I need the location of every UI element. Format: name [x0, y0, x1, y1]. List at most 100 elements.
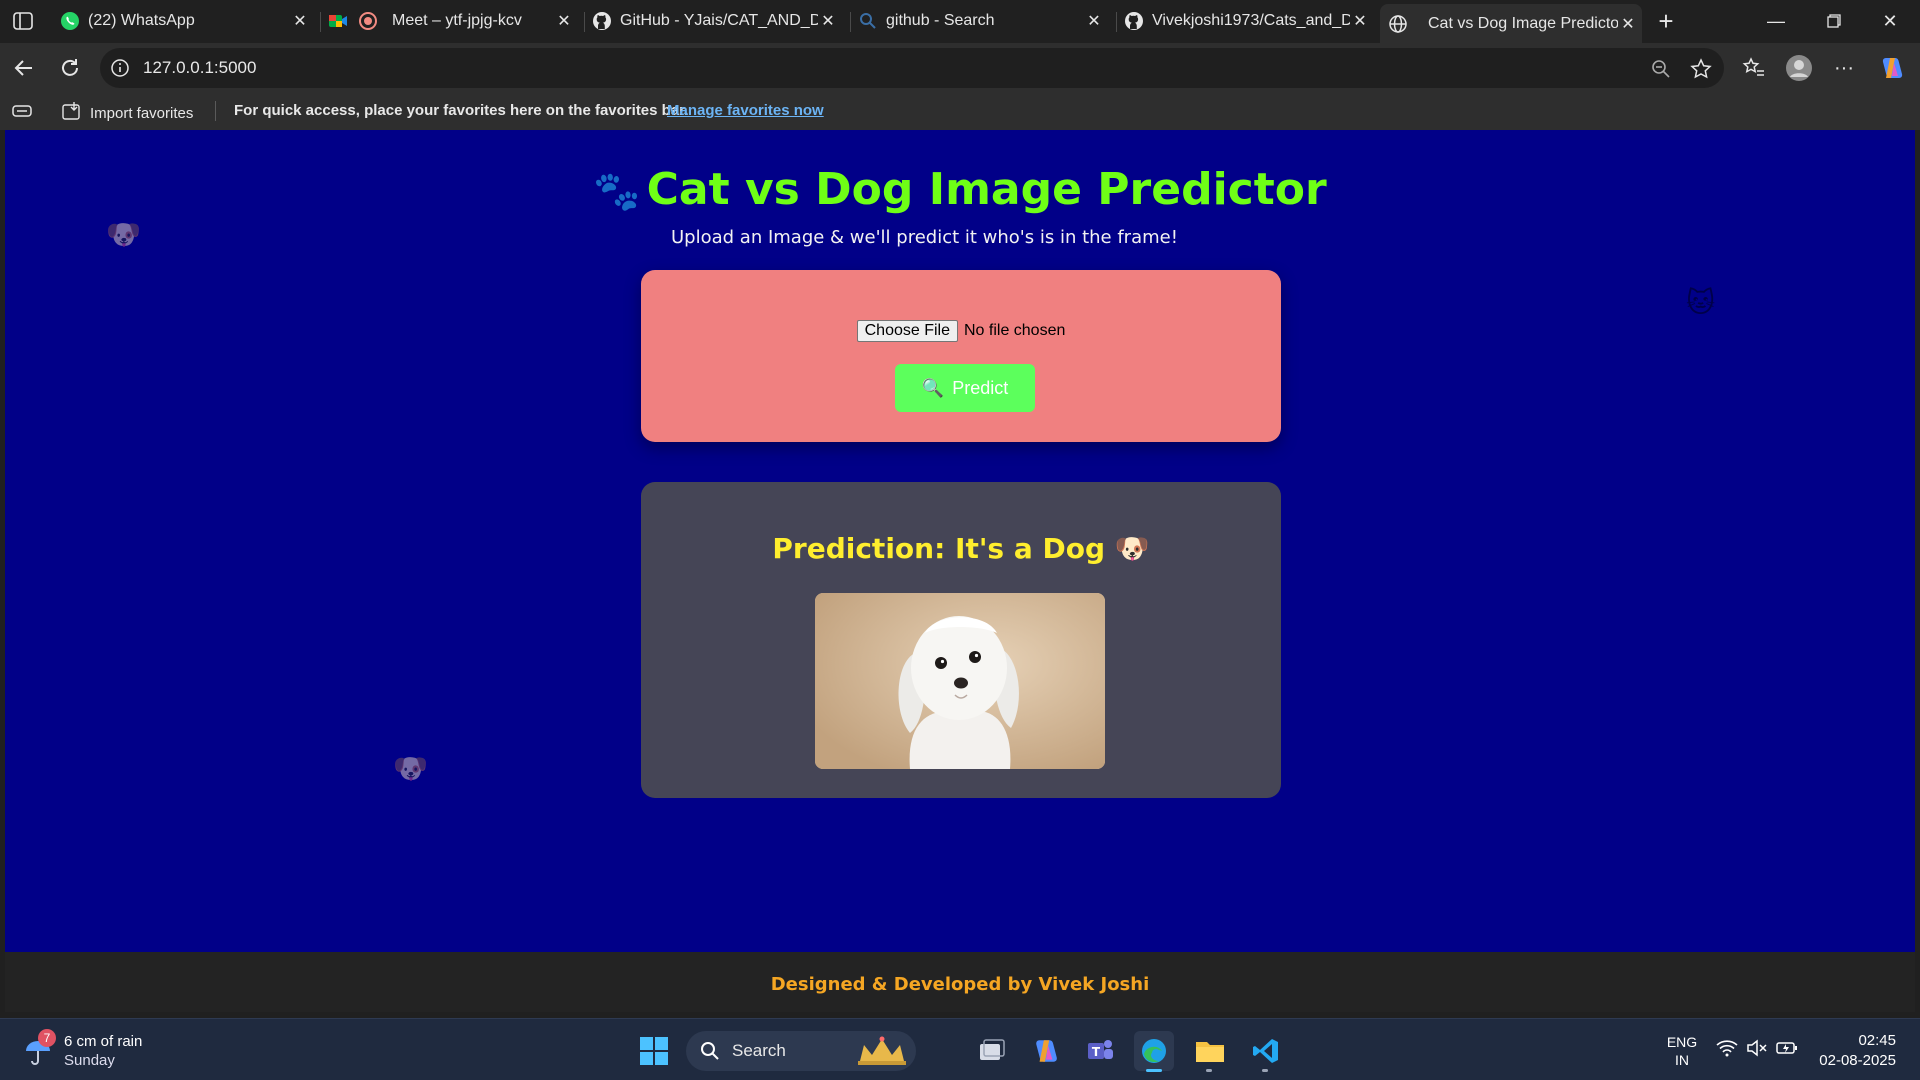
tab-strip: (22) WhatsApp ✕ Meet – ytf-jpjg-kcv ✕ Gi… [0, 0, 1920, 43]
search-icon [700, 1041, 720, 1061]
tab-github-vivekjoshi[interactable]: Vivekjoshi1973/Cats_and_Dogs ✕ [1124, 4, 1374, 38]
choose-file-button[interactable]: Choose File [856, 320, 958, 342]
favorites-message: For quick access, place your favorites h… [234, 102, 689, 119]
close-window-icon[interactable]: ✕ [1870, 8, 1910, 34]
tab-separator [850, 12, 851, 32]
system-clock[interactable]: 02:45 02-08-2025 [1812, 1031, 1896, 1071]
tab-title: github - Search [886, 12, 995, 29]
back-icon[interactable] [10, 54, 38, 82]
search-highlight-icon [854, 1035, 910, 1067]
site-info-icon[interactable] [110, 58, 130, 78]
recording-icon [358, 11, 378, 31]
profile-avatar-icon[interactable] [1785, 54, 1813, 82]
running-indicator [1262, 1069, 1268, 1072]
copilot-icon[interactable] [1878, 54, 1906, 82]
clock-date: 02-08-2025 [1819, 1052, 1896, 1069]
close-icon[interactable]: ✕ [1618, 14, 1638, 34]
tab-separator [1116, 12, 1117, 32]
import-favorites-label: Import favorites [90, 104, 194, 122]
wifi-icon[interactable] [1716, 1039, 1738, 1061]
floating-cat-icon: 🐱 [1686, 287, 1716, 318]
close-icon[interactable]: ✕ [1350, 11, 1370, 31]
taskbar: 7 6 cm of rain Sunday Search T ENG IN 02… [0, 1018, 1920, 1080]
search-icon [858, 11, 878, 31]
prediction-text: Prediction: It's a Dog 🐶 [772, 532, 1150, 565]
zoom-icon[interactable] [1650, 58, 1672, 80]
refresh-icon[interactable] [56, 54, 84, 82]
close-icon[interactable]: ✕ [290, 11, 310, 31]
result-card: Prediction: It's a Dog 🐶 [641, 482, 1281, 798]
floating-dog-icon: 🐶 [106, 219, 141, 250]
url-text[interactable]: 127.0.0.1:5000 [143, 58, 256, 78]
task-view-icon[interactable] [972, 1031, 1012, 1071]
close-icon[interactable]: ✕ [554, 11, 574, 31]
restore-icon[interactable] [1814, 8, 1854, 34]
predict-label: Predict [952, 377, 1009, 398]
teams-icon[interactable]: T [1080, 1031, 1120, 1071]
minimize-icon[interactable]: — [1756, 8, 1796, 34]
tab-meet[interactable]: Meet – ytf-jpjg-kcv ✕ [328, 4, 578, 38]
favorite-star-icon[interactable] [1690, 58, 1712, 80]
import-icon [62, 101, 82, 125]
favorites-icon[interactable] [1740, 54, 1768, 82]
running-indicator [1206, 1069, 1212, 1072]
uploaded-dog-image [815, 593, 1105, 769]
volume-muted-icon[interactable] [1746, 1039, 1768, 1061]
tab-title: Meet – ytf-jpjg-kcv [392, 12, 522, 29]
globe-icon [1388, 14, 1408, 34]
copilot-taskbar-icon[interactable] [1026, 1031, 1066, 1071]
language-region: IN [1675, 1052, 1689, 1068]
file-explorer-icon[interactable] [1190, 1031, 1230, 1072]
predict-button[interactable]: 🔍 Predict [895, 364, 1035, 412]
tab-title: Vivekjoshi1973/Cats_and_Dogs [1152, 12, 1350, 29]
tab-separator [584, 12, 585, 32]
tab-title: GitHub - YJais/CAT_AND_DOG [620, 12, 818, 29]
footer-text: Designed & Developed by Vivek Joshi [770, 974, 1150, 995]
svg-text:T: T [1092, 1045, 1101, 1059]
whatsapp-icon [60, 11, 80, 31]
page-title: 🐾 Cat vs Dog Image Predictor [5, 164, 1915, 215]
page-footer: Designed & Developed by Vivek Joshi [5, 952, 1915, 1012]
tab-whatsapp[interactable]: (22) WhatsApp ✕ [60, 4, 314, 38]
address-bar[interactable]: 127.0.0.1:5000 [100, 48, 1724, 88]
weather-summary: 6 cm of rain [64, 1033, 143, 1050]
language-indicator[interactable]: ENG IN [1664, 1033, 1700, 1069]
manage-favorites-link[interactable]: Manage favorites now [667, 102, 824, 119]
page-viewport: 🐶 🐱 🐶 🐾 Cat vs Dog Image Predictor Upload… [5, 130, 1915, 952]
tab-separator [320, 12, 321, 32]
page-subtitle: Upload an Image & we'll predict it who's… [671, 227, 1178, 248]
more-options-icon[interactable]: ··· [1830, 54, 1858, 82]
floating-dog-icon: 🐶 [393, 753, 428, 784]
tab-cat-vs-dog[interactable]: Cat vs Dog Image Predictor ✕ [1380, 4, 1642, 43]
tab-github-yjais[interactable]: GitHub - YJais/CAT_AND_DOG ✕ [592, 4, 842, 38]
weather-day: Sunday [64, 1052, 115, 1069]
start-button[interactable] [634, 1031, 674, 1071]
upload-card: Choose File No file chosen 🔍 Predict [641, 270, 1281, 442]
import-favorites-button[interactable]: Import favorites [62, 101, 193, 125]
divider [215, 101, 216, 121]
navigation-bar: 127.0.0.1:5000 ··· [0, 43, 1920, 93]
file-status: No file chosen [963, 322, 1066, 339]
favorites-bar: Import favorites For quick access, place… [0, 93, 1920, 130]
tab-preview-icon[interactable] [12, 102, 32, 120]
tab-title: Cat vs Dog Image Predictor [1428, 14, 1618, 32]
tab-actions-icon[interactable] [12, 10, 38, 32]
close-icon[interactable]: ✕ [818, 11, 838, 31]
vscode-icon[interactable] [1246, 1031, 1286, 1072]
active-indicator [1146, 1069, 1162, 1072]
meet-icon [328, 11, 348, 31]
search-label: Search [732, 1041, 786, 1060]
weather-badge: 7 [38, 1029, 56, 1047]
tab-github-search[interactable]: github - Search ✕ [858, 4, 1108, 38]
battery-icon[interactable] [1776, 1039, 1798, 1061]
taskbar-search[interactable]: Search [686, 1031, 916, 1071]
new-tab-button[interactable]: + [1652, 8, 1680, 36]
clock-time: 02:45 [1858, 1032, 1896, 1049]
paw-icon: 🐾 [593, 169, 641, 213]
edge-icon[interactable] [1134, 1031, 1174, 1072]
github-icon [592, 11, 612, 31]
file-input[interactable]: Choose File No file chosen [641, 320, 1281, 342]
tab-title: (22) WhatsApp [88, 12, 195, 29]
weather-widget[interactable]: 7 6 cm of rain Sunday [22, 1029, 172, 1073]
close-icon[interactable]: ✕ [1084, 11, 1104, 31]
